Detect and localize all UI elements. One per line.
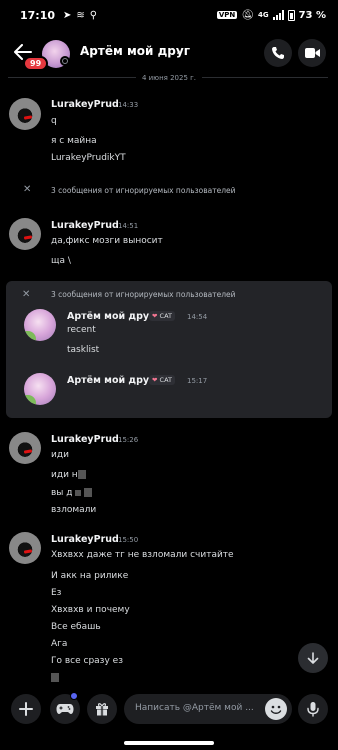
message-text: Хвхвхх даже тг не взломали считайте	[51, 550, 234, 560]
call-button[interactable]	[264, 39, 292, 67]
close-icon[interactable]: ✕	[23, 184, 31, 195]
spoiler-block[interactable]	[84, 488, 93, 497]
unread-badge: 99	[23, 56, 49, 71]
message-text: ща \	[51, 256, 71, 266]
date-divider: 4 июня 2025 г.	[0, 72, 338, 83]
message-timestamp: 15:17	[187, 377, 208, 385]
message-text: вы д	[51, 488, 93, 498]
search-icon: ⚲	[89, 9, 98, 21]
message-text: q	[51, 116, 57, 126]
phone-icon	[272, 47, 284, 59]
cat-tag-label: CAT	[159, 376, 172, 384]
status-bar: 17:10 ➤ ≋ ⚲ VPN 🔕︎ 4G 73 %	[0, 0, 338, 30]
message-text: tasklist	[67, 345, 100, 355]
message-text: Хвхвхв и почему	[51, 605, 130, 615]
message-text: Все ебашь	[51, 622, 101, 632]
scroll-to-bottom-button[interactable]	[298, 643, 328, 673]
message-text: взломали	[51, 505, 97, 515]
message-text-part: иди н	[51, 470, 78, 480]
microphone-icon	[307, 702, 319, 717]
message-input-placeholder: Написать @Артём мой ...	[135, 703, 254, 713]
avatar[interactable]	[24, 309, 56, 341]
plus-icon	[19, 702, 33, 716]
offline-status-icon	[60, 56, 70, 66]
spoiler-block[interactable]	[77, 470, 86, 479]
video-call-button[interactable]	[298, 39, 326, 67]
mute-icon: 🔕︎	[241, 9, 254, 21]
message-author[interactable]: Артём мой друг	[67, 375, 154, 386]
heart-icon: ❤	[152, 312, 158, 320]
message-timestamp: 15:26	[118, 436, 139, 444]
cat-tag: ❤ CAT	[149, 375, 175, 385]
network-type: 4G	[257, 11, 269, 19]
add-attachment-button[interactable]	[11, 694, 41, 724]
video-camera-icon	[304, 48, 320, 58]
spoiler-block[interactable]	[75, 489, 82, 496]
message-text: иди н	[51, 470, 86, 480]
message-timestamp: 15:50	[118, 536, 139, 544]
date-divider-label: 4 июня 2025 г.	[135, 74, 203, 82]
message-author[interactable]: LurakeyPrud	[51, 434, 119, 445]
ignored-messages-notice[interactable]: 3 сообщения от игнорируемых пользователе…	[51, 290, 236, 299]
notification-icons: ➤ ≋ ⚲	[63, 10, 97, 21]
message-text: Го все сразу ез	[51, 656, 123, 666]
voice-message-button[interactable]	[298, 694, 328, 724]
message-author[interactable]: Артём мой друг	[67, 311, 154, 322]
signal-icon	[272, 10, 284, 20]
cat-tag-label: CAT	[159, 312, 172, 320]
telegram-icon: ➤	[63, 9, 72, 21]
close-icon[interactable]: ✕	[22, 289, 30, 300]
wind-icon: ≋	[76, 9, 85, 21]
battery-percent: 73 %	[298, 9, 326, 21]
channel-title[interactable]: Артём мой друг	[80, 44, 190, 58]
emoji-icon	[270, 705, 282, 714]
message-text: иди	[51, 450, 69, 460]
message-author[interactable]: LurakeyPrud	[51, 534, 119, 545]
message-text: Ага	[51, 639, 68, 649]
message-text: Ез	[51, 588, 62, 598]
gift-button[interactable]	[87, 694, 117, 724]
notification-dot	[70, 692, 78, 700]
message-timestamp: 14:33	[118, 101, 139, 109]
message-text: LurakeyPrudikYT	[51, 153, 126, 163]
heart-icon: ❤	[152, 376, 158, 384]
message-text-part: вы д	[51, 488, 73, 498]
message-author[interactable]: LurakeyPrud	[51, 99, 119, 110]
sticker-placeholder	[67, 392, 68, 393]
gesture-navigation-bar[interactable]	[124, 741, 214, 745]
avatar[interactable]	[24, 373, 56, 405]
system-indicators: VPN 🔕︎ 4G 73 %	[216, 9, 326, 21]
ignored-messages-panel	[6, 281, 332, 418]
battery-icon	[287, 9, 295, 21]
message-text: я с майна	[51, 136, 97, 146]
arrow-down-icon	[307, 652, 319, 664]
ignored-messages-notice[interactable]: 3 сообщения от игнорируемых пользователе…	[51, 186, 236, 195]
avatar[interactable]	[9, 432, 41, 464]
message-input[interactable]: Написать @Артём мой ...	[124, 694, 292, 724]
message-text: да,фикс мозги выносит	[51, 236, 163, 246]
avatar[interactable]	[9, 98, 41, 130]
message-timestamp: 14:54	[187, 313, 208, 321]
gift-icon	[96, 703, 108, 716]
avatar[interactable]	[9, 218, 41, 250]
message-author[interactable]: LurakeyPrud	[51, 220, 119, 231]
gamepad-icon	[56, 704, 74, 714]
message-text: И акк на рилике	[51, 571, 129, 581]
spoiler-block[interactable]	[51, 673, 59, 682]
status-time: 17:10	[20, 8, 56, 22]
cat-tag: ❤ CAT	[149, 311, 175, 321]
avatar[interactable]	[9, 532, 41, 564]
message-text: recent	[67, 325, 96, 335]
emoji-button[interactable]	[265, 698, 287, 720]
chevron-right-icon[interactable]: ›	[176, 44, 181, 58]
vpn-badge: VPN	[216, 11, 238, 19]
message-timestamp: 14:51	[118, 222, 139, 230]
